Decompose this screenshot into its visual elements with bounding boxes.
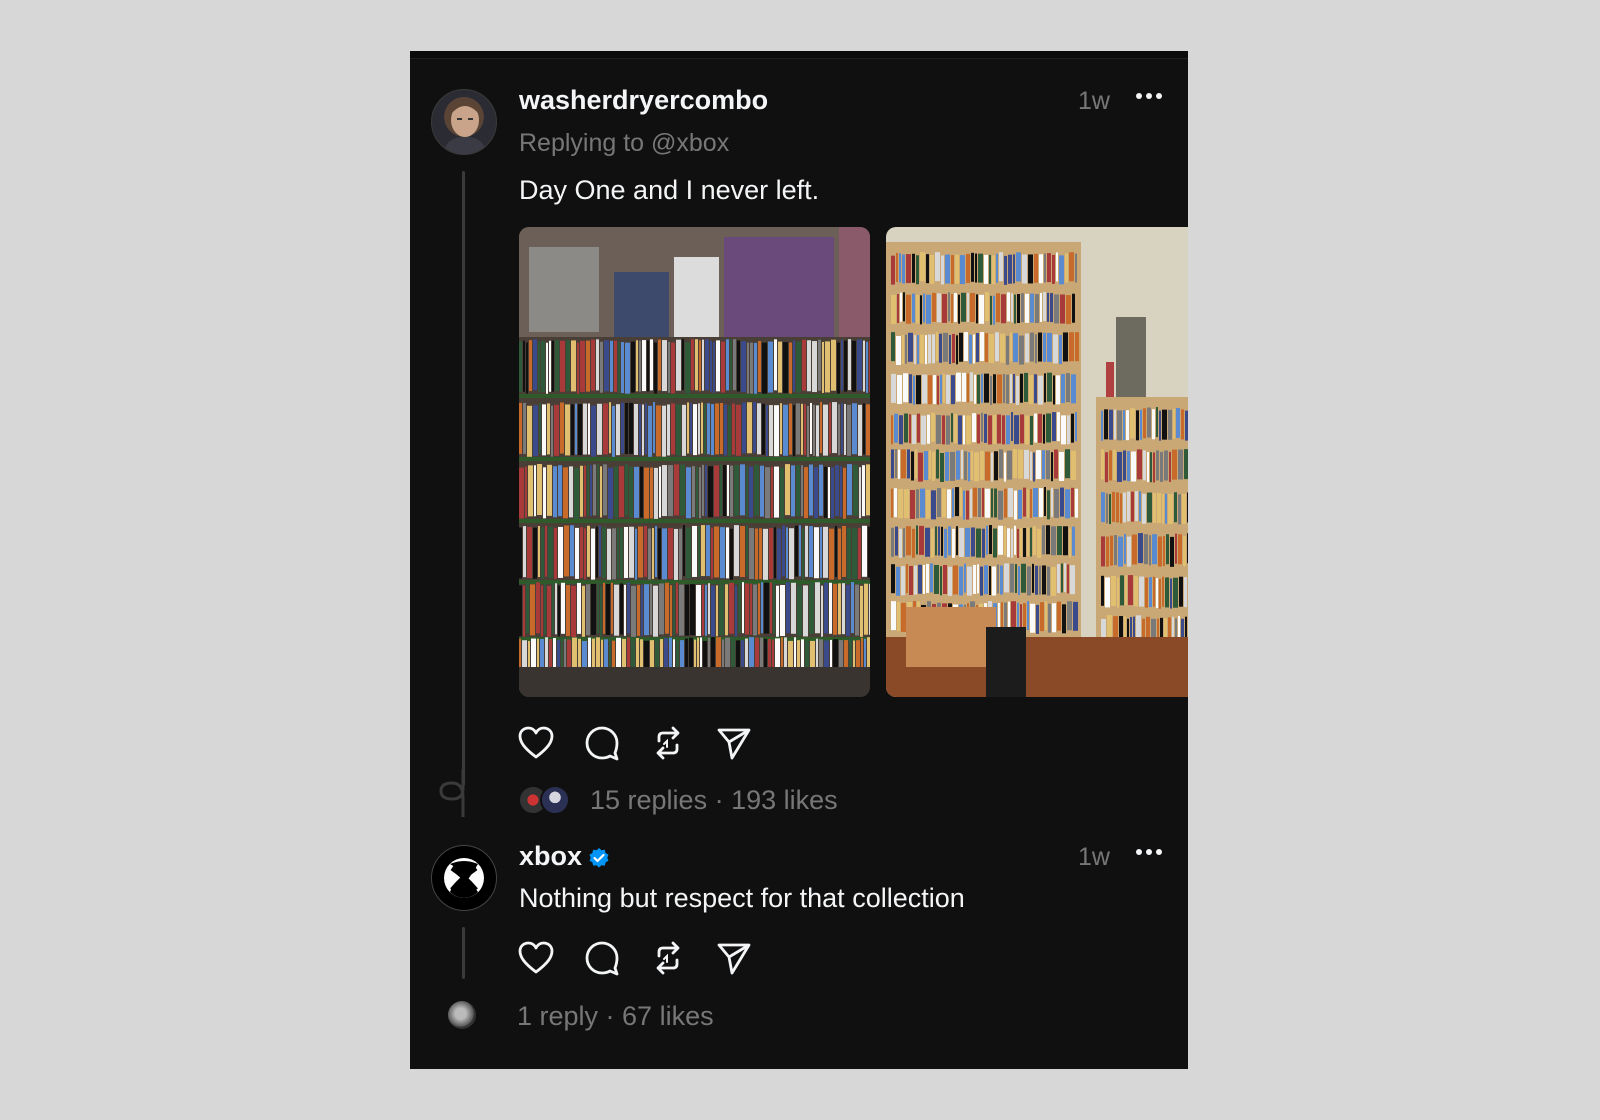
top-divider — [410, 51, 1188, 59]
reply-username[interactable]: xbox — [519, 841, 610, 872]
reply-stats[interactable]: 1 reply · 67 likes — [517, 1001, 714, 1032]
post-stats[interactable]: 15 replies · 193 likes — [590, 785, 838, 816]
verified-icon — [589, 847, 609, 868]
more-icon[interactable] — [1134, 837, 1164, 874]
share-icon[interactable] — [715, 724, 753, 762]
share-icon[interactable] — [715, 939, 753, 977]
post-image-1[interactable] — [519, 227, 870, 697]
comment-icon[interactable] — [583, 939, 621, 977]
post-username[interactable]: washerdryercombo — [519, 85, 768, 116]
replier-avatar — [448, 1001, 476, 1029]
reply-text: Nothing but respect for that collection — [519, 883, 965, 913]
post-image-2[interactable] — [886, 227, 1188, 697]
thread-connector — [462, 927, 465, 979]
xbox-avatar[interactable] — [431, 845, 497, 911]
thread-connector — [462, 171, 465, 786]
user-avatar[interactable] — [431, 89, 497, 155]
heart-icon[interactable] — [517, 724, 555, 762]
thread-curl-icon — [439, 769, 465, 817]
post-actions — [517, 724, 753, 762]
post-text: Day One and I never left. — [519, 175, 820, 205]
reply-time: 1w — [1078, 843, 1110, 871]
post-time: 1w — [1078, 87, 1110, 115]
xbox-logo-icon — [444, 858, 484, 898]
reply-username-text[interactable]: xbox — [519, 841, 582, 871]
repost-icon[interactable] — [649, 939, 687, 977]
reply-actions — [517, 939, 753, 977]
heart-icon[interactable] — [517, 939, 555, 977]
thread-card: washerdryercombo 1w Replying to @xbox Da… — [410, 51, 1188, 1069]
more-icon[interactable] — [1134, 81, 1164, 118]
comment-icon[interactable] — [583, 724, 621, 762]
replying-to[interactable]: Replying to @xbox — [519, 129, 729, 158]
replier-avatar — [540, 785, 570, 815]
repost-icon[interactable] — [649, 724, 687, 762]
